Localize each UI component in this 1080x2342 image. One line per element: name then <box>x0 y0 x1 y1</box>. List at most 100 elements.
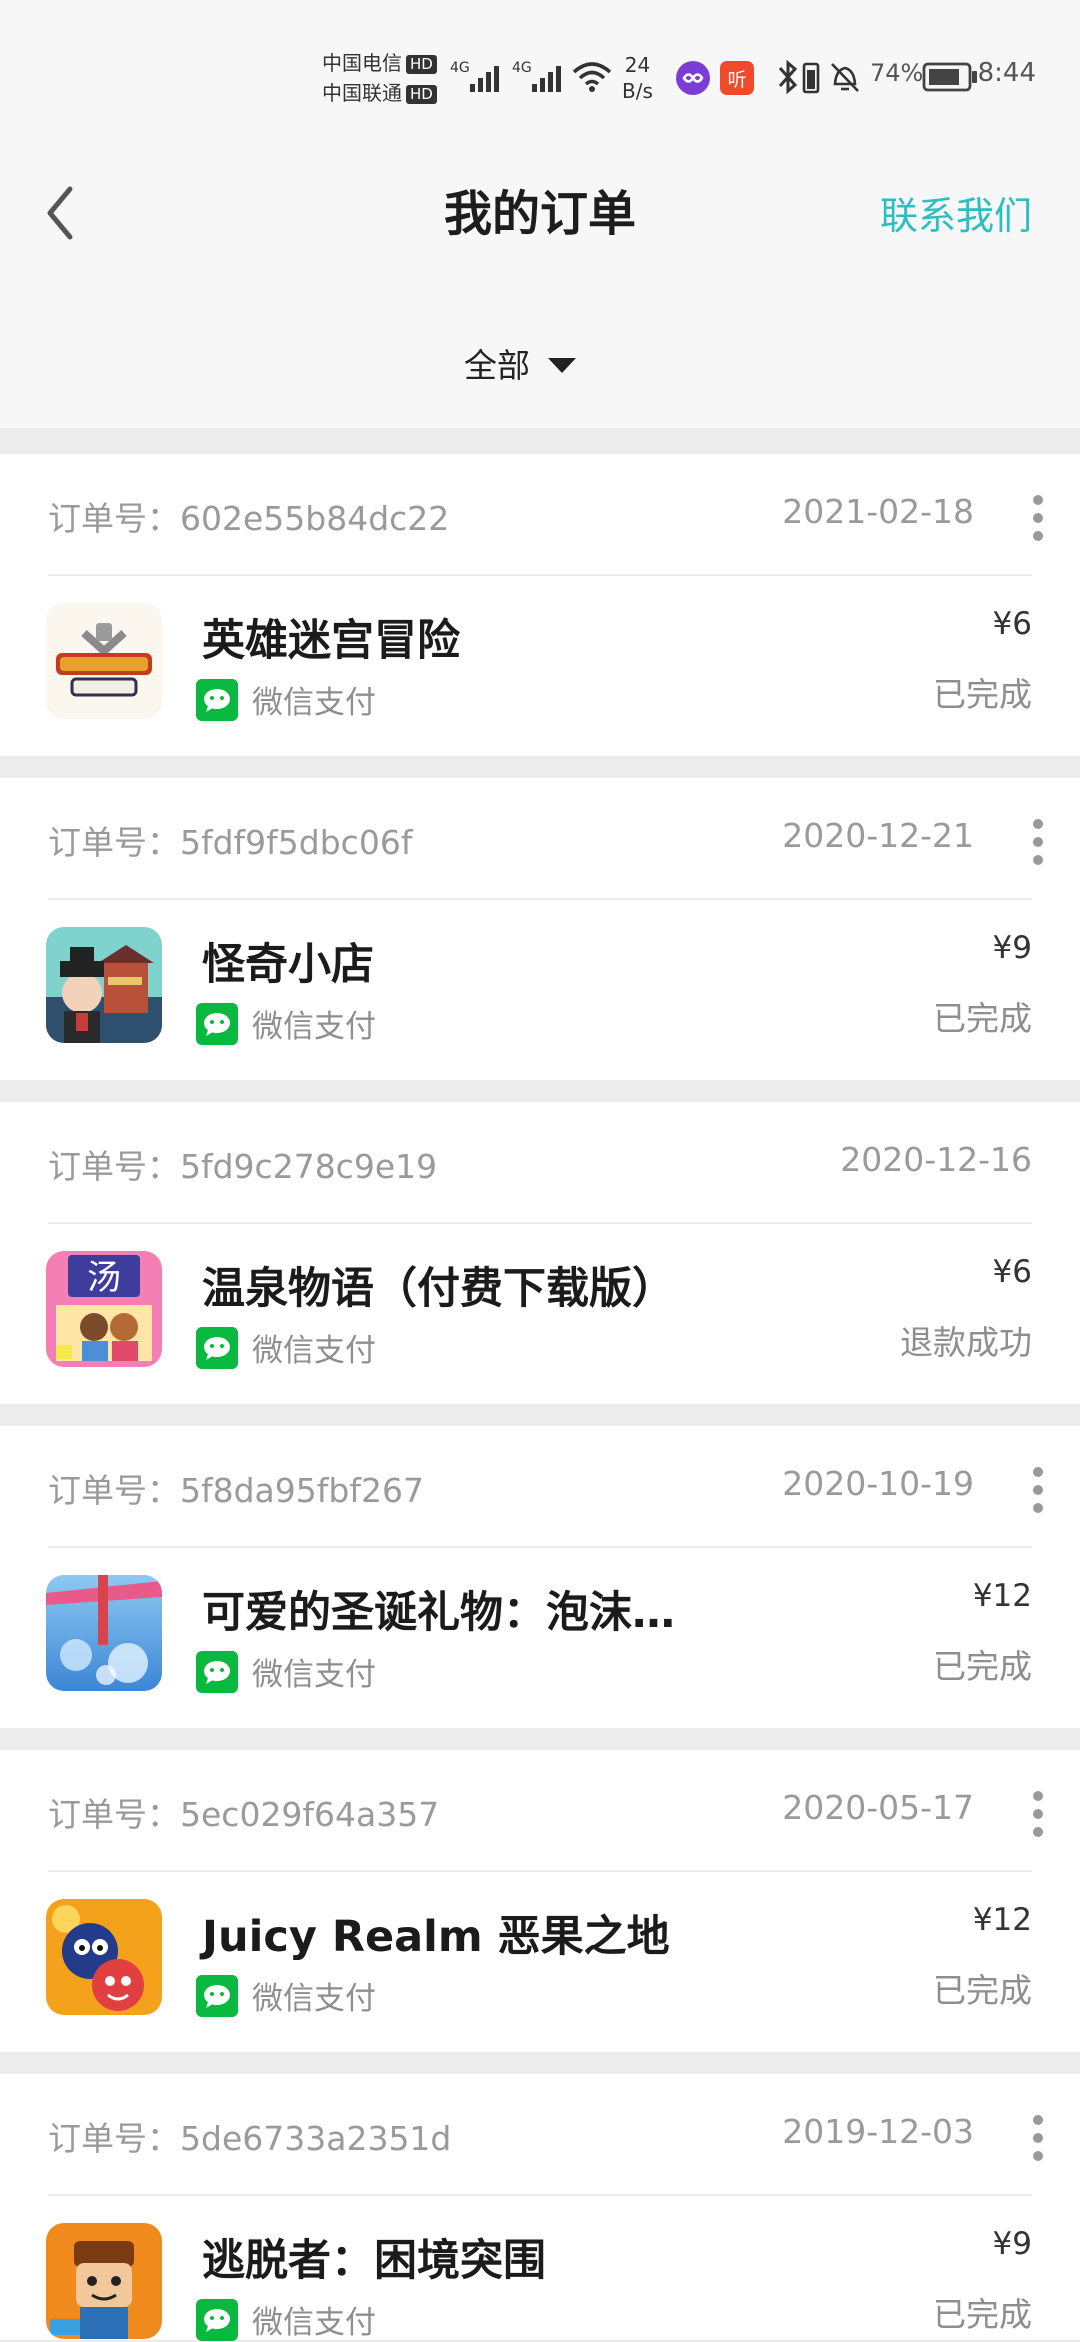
order-id: 订单号：5ec029f64a357 <box>48 1795 440 1834</box>
order-status: 已完成 <box>933 675 1032 714</box>
cellular-signal-icon: 4G <box>512 60 561 92</box>
more-options-button[interactable] <box>1024 1788 1052 1840</box>
battery-percent: 74% <box>870 59 924 87</box>
caret-down-icon <box>548 357 576 373</box>
wifi-icon <box>572 62 612 92</box>
chevron-left-icon <box>47 186 73 240</box>
order-price: ¥12 <box>972 1902 1032 1938</box>
wechat-pay-icon <box>196 678 238 721</box>
order-status: 已完成 <box>933 1647 1032 1686</box>
divider <box>48 1222 1032 1224</box>
svg-text:汤: 汤 <box>87 1258 121 1298</box>
game-title: 逃脱者：困境突围 <box>202 2236 546 2286</box>
payment-method-label: 微信支付 <box>252 1333 376 1369</box>
wechat-pay-icon <box>196 1974 238 2017</box>
more-vertical-icon <box>1033 1791 1043 1837</box>
app-notification-icon <box>676 61 710 95</box>
order-card[interactable]: 订单号：5de6733a2351d 2019-12-03 逃脱者：困境突围 微信… <box>0 2074 1080 2342</box>
game-title: 英雄迷宫冒险 <box>202 616 460 666</box>
order-status: 已完成 <box>933 1971 1032 2010</box>
more-options-button[interactable] <box>1024 2112 1052 2164</box>
hd-badge: HD <box>406 85 437 104</box>
game-title: 怪奇小店 <box>202 940 374 990</box>
order-card[interactable]: 订单号：5fd9c278c9e19 2020-12-16 汤 温泉物语（付费下载… <box>0 1102 1080 1404</box>
carrier-1: 中国电信 <box>322 51 402 75</box>
payment-method: 微信支付 <box>196 1001 376 1046</box>
game-title: Juicy Realm 恶果之地 <box>202 1912 670 1962</box>
payment-method: 微信支付 <box>196 2297 376 2342</box>
payment-method: 微信支付 <box>196 1649 376 1694</box>
order-date: 2020-12-21 <box>782 816 974 855</box>
order-date: 2019-12-03 <box>782 2112 974 2151</box>
contact-us-button[interactable]: 联系我们 <box>880 185 1032 240</box>
order-price: ¥6 <box>992 606 1032 642</box>
order-status: 已完成 <box>933 2295 1032 2334</box>
battery-icon <box>922 62 977 92</box>
more-vertical-icon <box>1033 495 1043 541</box>
more-vertical-icon <box>1033 2115 1043 2161</box>
listen-app-icon: 听 <box>720 61 754 95</box>
clock: 8:44 <box>977 58 1036 88</box>
game-icon-escapists <box>46 2223 162 2339</box>
back-button[interactable] <box>42 183 90 243</box>
order-id: 订单号：5fd9c278c9e19 <box>48 1147 438 1186</box>
order-date: 2020-10-19 <box>782 1464 974 1503</box>
battery-vibrate-icon <box>802 62 820 94</box>
carrier-2: 中国联通 <box>322 81 402 105</box>
wechat-pay-icon <box>196 1650 238 1693</box>
game-icon-hot-spring: 汤 <box>46 1251 162 1367</box>
order-status: 已完成 <box>933 999 1032 1038</box>
divider <box>48 1870 1032 1872</box>
order-id: 订单号：5fdf9f5dbc06f <box>48 823 413 862</box>
order-price: ¥9 <box>992 930 1032 966</box>
more-options-button[interactable] <box>1024 1464 1052 1516</box>
more-options-button[interactable] <box>1024 816 1052 868</box>
cellular-signal-icon: 4G <box>450 60 499 92</box>
divider <box>48 898 1032 900</box>
order-price: ¥12 <box>972 1578 1032 1614</box>
hd-badge: HD <box>406 55 437 74</box>
svg-text:4G: 4G <box>512 60 532 76</box>
order-card[interactable]: 订单号：5fdf9f5dbc06f 2020-12-21 怪奇小店 微信支付 ¥… <box>0 778 1080 1080</box>
payment-method: 微信支付 <box>196 677 376 722</box>
game-title: 温泉物语（付费下载版） <box>202 1264 675 1314</box>
game-icon-weapon-shop-fantasy <box>46 603 162 719</box>
order-card[interactable]: 订单号：5ec029f64a357 2020-05-17 Juicy Realm… <box>0 1750 1080 2052</box>
svg-text:4G: 4G <box>450 60 470 76</box>
wechat-pay-icon <box>196 1002 238 1045</box>
wechat-pay-icon <box>196 2298 238 2341</box>
payment-method-label: 微信支付 <box>252 2305 376 2341</box>
order-card[interactable]: 订单号：5f8da95fbf267 2020-10-19 可爱的圣诞礼物：泡沫…… <box>0 1426 1080 1728</box>
payment-method-label: 微信支付 <box>252 1657 376 1693</box>
game-title: 可爱的圣诞礼物：泡沫… <box>202 1588 675 1638</box>
status-bar: 中国电信 HD 中国联通 HD 4G 4G 24 B/s 听 74% 8:44 <box>0 0 1080 150</box>
order-id: 订单号：5de6733a2351d <box>48 2119 452 2158</box>
more-vertical-icon <box>1033 1467 1043 1513</box>
order-status: 退款成功 <box>900 1323 1032 1362</box>
more-options-button[interactable] <box>1024 492 1052 544</box>
wechat-pay-icon <box>196 1326 238 1369</box>
bluetooth-icon <box>778 59 798 95</box>
payment-method-label: 微信支付 <box>252 1981 376 2017</box>
game-icon-juicy-realm <box>46 1899 162 2015</box>
carrier-info: 中国电信 HD 中国联通 HD <box>322 48 437 108</box>
order-id: 订单号：602e55b84dc22 <box>48 499 450 538</box>
more-vertical-icon <box>1033 819 1043 865</box>
mute-bell-icon <box>831 63 859 92</box>
order-date: 2020-05-17 <box>782 1788 974 1827</box>
divider <box>48 1546 1032 1548</box>
divider <box>48 2194 1032 2196</box>
payment-method: 微信支付 <box>196 1325 376 1370</box>
game-icon-strange-shop <box>46 927 162 1043</box>
order-filter-dropdown[interactable]: 全部 <box>464 339 576 387</box>
order-id: 订单号：5f8da95fbf267 <box>48 1471 424 1510</box>
game-icon-christmas-bubbles <box>46 1575 162 1691</box>
payment-method-label: 微信支付 <box>252 685 376 721</box>
order-price: ¥9 <box>992 2226 1032 2262</box>
order-date: 2021-02-18 <box>782 492 974 531</box>
order-card[interactable]: 订单号：602e55b84dc22 2021-02-18 英雄迷宫冒险 微信支付… <box>0 454 1080 756</box>
payment-method-label: 微信支付 <box>252 1009 376 1045</box>
order-price: ¥6 <box>992 1254 1032 1290</box>
net-speed: 24 B/s <box>622 53 653 103</box>
svg-text:听: 听 <box>727 69 746 91</box>
